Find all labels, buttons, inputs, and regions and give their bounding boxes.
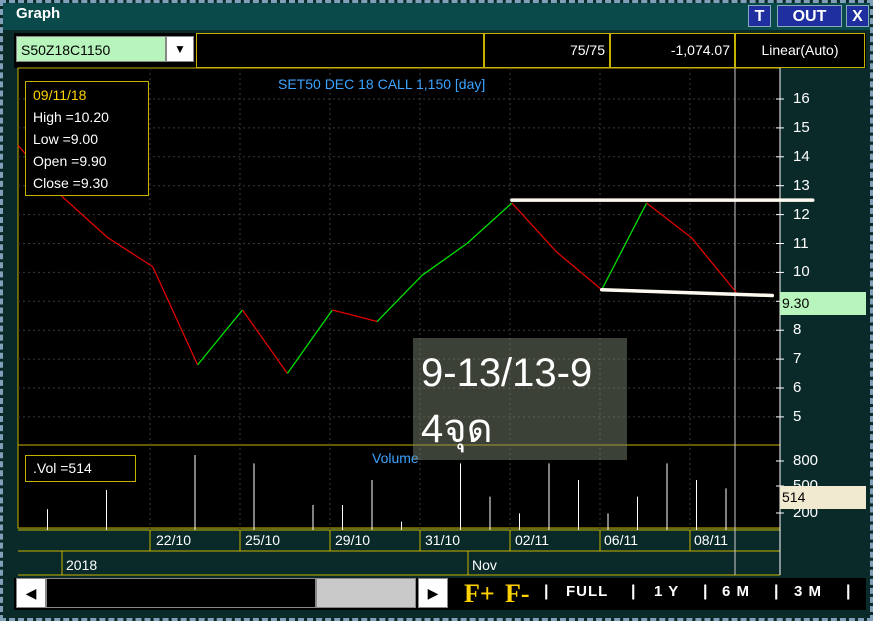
separator: | bbox=[846, 583, 851, 600]
date-label: 06/11 bbox=[604, 532, 638, 548]
period-full-button[interactable]: FULL bbox=[566, 583, 608, 600]
ohlc-close: Close =9.30 bbox=[33, 175, 109, 191]
y-tick-label: 16 bbox=[793, 90, 810, 107]
ohlc-high: High =10.20 bbox=[33, 109, 109, 125]
y-tick-label: 15 bbox=[793, 118, 810, 136]
ohlc-low: Low =9.00 bbox=[33, 131, 98, 147]
date-label: 29/10 bbox=[335, 532, 371, 548]
month-label: 2018 bbox=[66, 557, 98, 573]
separator: | bbox=[631, 583, 636, 600]
volume-info-box: .Vol =514 bbox=[25, 455, 136, 482]
zoom-in-button[interactable]: F+ bbox=[464, 579, 495, 609]
y-tick-label: 8 bbox=[793, 321, 802, 339]
y-tick-label: 13 bbox=[793, 176, 810, 194]
ohlc-date: 09/11/18 bbox=[33, 87, 87, 103]
volume-title: Volume bbox=[372, 450, 419, 466]
annotation-line1: 9-13/13-9 bbox=[421, 351, 593, 395]
y-tick-label: 10 bbox=[793, 263, 810, 281]
ohlc-open: Open =9.90 bbox=[33, 153, 107, 169]
period-1y-button[interactable]: 1 Y bbox=[654, 583, 679, 600]
month-label: Nov bbox=[472, 557, 497, 573]
period-3m-button[interactable]: 3 M bbox=[794, 583, 822, 600]
annotation-line2: 4จุด bbox=[421, 407, 493, 451]
separator: | bbox=[703, 583, 708, 600]
last-price-tag: 9.30 bbox=[780, 292, 866, 315]
date-label: 22/10 bbox=[156, 532, 192, 548]
y-tick-label: 7 bbox=[793, 350, 802, 368]
scroll-right-button[interactable]: ▶ bbox=[418, 578, 448, 608]
date-label: 25/10 bbox=[245, 532, 281, 548]
y-tick-label: 6 bbox=[793, 379, 802, 396]
separator: | bbox=[774, 583, 779, 600]
scroll-left-button[interactable]: ◀ bbox=[16, 578, 46, 608]
y-tick-label: 12 bbox=[793, 205, 810, 223]
scroll-thumb[interactable] bbox=[316, 578, 416, 608]
ohlc-info-box: 09/11/18 High =10.20 Low =9.00 Open =9.9… bbox=[25, 81, 149, 196]
chart-title: SET50 DEC 18 CALL 1,150 [day] bbox=[278, 76, 486, 92]
separator: | bbox=[544, 583, 549, 600]
y-tick-label: 5 bbox=[793, 407, 802, 425]
scroll-track[interactable] bbox=[46, 578, 316, 608]
date-label: 31/10 bbox=[425, 532, 461, 548]
date-label: 02/11 bbox=[515, 532, 549, 548]
last-volume-tag: 514 bbox=[780, 486, 866, 509]
volume-tick-label: 800 bbox=[793, 452, 819, 469]
y-tick-label: 11 bbox=[793, 234, 809, 252]
y-tick-label: 14 bbox=[793, 147, 810, 165]
period-6m-button[interactable]: 6 M bbox=[722, 583, 750, 600]
date-label: 08/11 bbox=[694, 532, 728, 548]
zoom-out-button[interactable]: F- bbox=[505, 579, 530, 609]
